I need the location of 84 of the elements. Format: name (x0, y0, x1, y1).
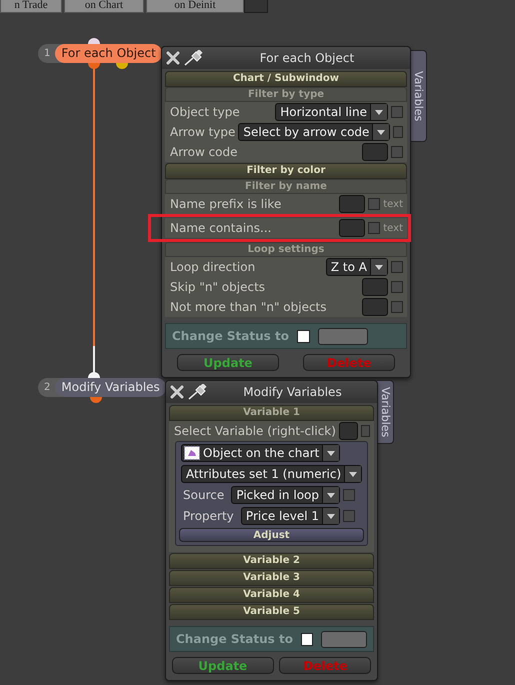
window-title: Modify Variables (242, 385, 343, 399)
section-header[interactable]: Variable 1 (169, 405, 374, 421)
dropdown[interactable]: Price level 1 (240, 507, 340, 525)
section-header[interactable]: Variable 4 (169, 587, 374, 603)
side-tab[interactable]: Variables (377, 380, 394, 444)
setting-label: Object type (170, 105, 241, 119)
checkbox[interactable] (343, 510, 355, 522)
caret-icon (375, 110, 383, 114)
setting-label: Arrow code (170, 145, 239, 159)
text-label: text (383, 198, 403, 210)
setting-label: Select Variable (right-click) (174, 424, 336, 438)
input-field[interactable] (339, 219, 366, 237)
node[interactable]: For each Object (55, 44, 162, 63)
status-checkbox[interactable] (296, 330, 310, 342)
setting-label: Not more than "n" objects (170, 300, 328, 314)
output-port[interactable] (90, 397, 102, 403)
setting-label: Arrow type (170, 125, 236, 139)
caret-icon (327, 514, 335, 518)
setting-label: Source (182, 488, 226, 502)
output-port[interactable] (88, 63, 100, 69)
input-field[interactable] (339, 195, 366, 213)
dropdown[interactable]: Picked in loop (231, 486, 340, 504)
object-icon (184, 446, 200, 460)
checkbox[interactable] (360, 425, 370, 437)
setting-label: Skip "n" objects (170, 280, 266, 294)
update-button[interactable]: Update (177, 354, 279, 371)
checkbox[interactable] (391, 261, 403, 273)
pushpin-icon[interactable] (184, 50, 204, 66)
dropdown[interactable]: Z to A (326, 258, 388, 276)
adjust-button[interactable]: Adjust (179, 528, 364, 542)
caret-icon (327, 492, 335, 498)
checkbox[interactable] (368, 198, 380, 210)
input-field[interactable] (362, 298, 388, 316)
output-port[interactable] (116, 63, 128, 69)
caret-icon (327, 450, 336, 456)
checkbox[interactable] (343, 489, 355, 501)
caret-icon (377, 130, 386, 134)
pushpin-icon[interactable] (188, 384, 208, 400)
node-number: 1 (43, 48, 52, 59)
status-field[interactable] (318, 328, 368, 344)
tab[interactable]: n Trade (0, 0, 62, 13)
section-header[interactable]: Filter by color (165, 163, 407, 179)
tab[interactable]: on Deinit (146, 0, 244, 13)
status-field[interactable] (321, 630, 367, 648)
input-field[interactable] (362, 278, 388, 296)
subsection-header: Loop settings (165, 242, 407, 257)
subsection-header: Filter by name (165, 179, 407, 194)
checkbox[interactable] (391, 146, 403, 158)
section-header[interactable]: Variable 3 (169, 570, 374, 586)
update-button[interactable]: Update (172, 657, 274, 674)
status-checkbox[interactable] (300, 632, 314, 646)
dropdown[interactable]: Horizontal line (275, 103, 388, 121)
input-field[interactable] (362, 143, 388, 161)
setting-label: Name contains... (170, 221, 272, 235)
close-icon[interactable] (170, 385, 184, 399)
side-tab[interactable]: Variables (410, 50, 427, 142)
setting-label: Loop direction (170, 260, 256, 274)
close-icon[interactable] (166, 51, 180, 65)
status-label: Change Status to (172, 329, 289, 343)
input-port[interactable] (88, 38, 100, 44)
checkbox[interactable] (391, 106, 403, 118)
setting-label: Property (182, 509, 235, 523)
input-field[interactable] (338, 422, 358, 440)
setting-label: Name prefix is like (170, 197, 282, 211)
checkbox[interactable] (391, 281, 403, 293)
checkbox[interactable] (391, 301, 403, 313)
node[interactable]: Modify Variables (55, 378, 166, 397)
tab[interactable]: on Chart (64, 0, 144, 13)
section-header[interactable]: Chart / Subwindow (165, 71, 407, 87)
dropdown[interactable]: Object on the chart (181, 444, 340, 462)
caret-icon (349, 472, 358, 476)
section-header[interactable]: Variable 2 (169, 553, 374, 569)
dropdown[interactable]: Attributes set 1 (numeric) (181, 465, 362, 483)
status-label: Change Status to (176, 632, 293, 646)
checkbox[interactable] (393, 126, 403, 138)
caret-icon (375, 264, 383, 270)
dropdown[interactable]: Select by arrow code (238, 123, 390, 141)
subsection-header: Filter by type (165, 87, 407, 102)
window-title: For each Object (258, 51, 356, 65)
text-label: text (383, 222, 403, 234)
node-number: 2 (43, 382, 52, 393)
section-header[interactable]: Variable 5 (169, 604, 374, 620)
input-port[interactable] (88, 372, 100, 378)
checkbox[interactable] (368, 222, 380, 234)
